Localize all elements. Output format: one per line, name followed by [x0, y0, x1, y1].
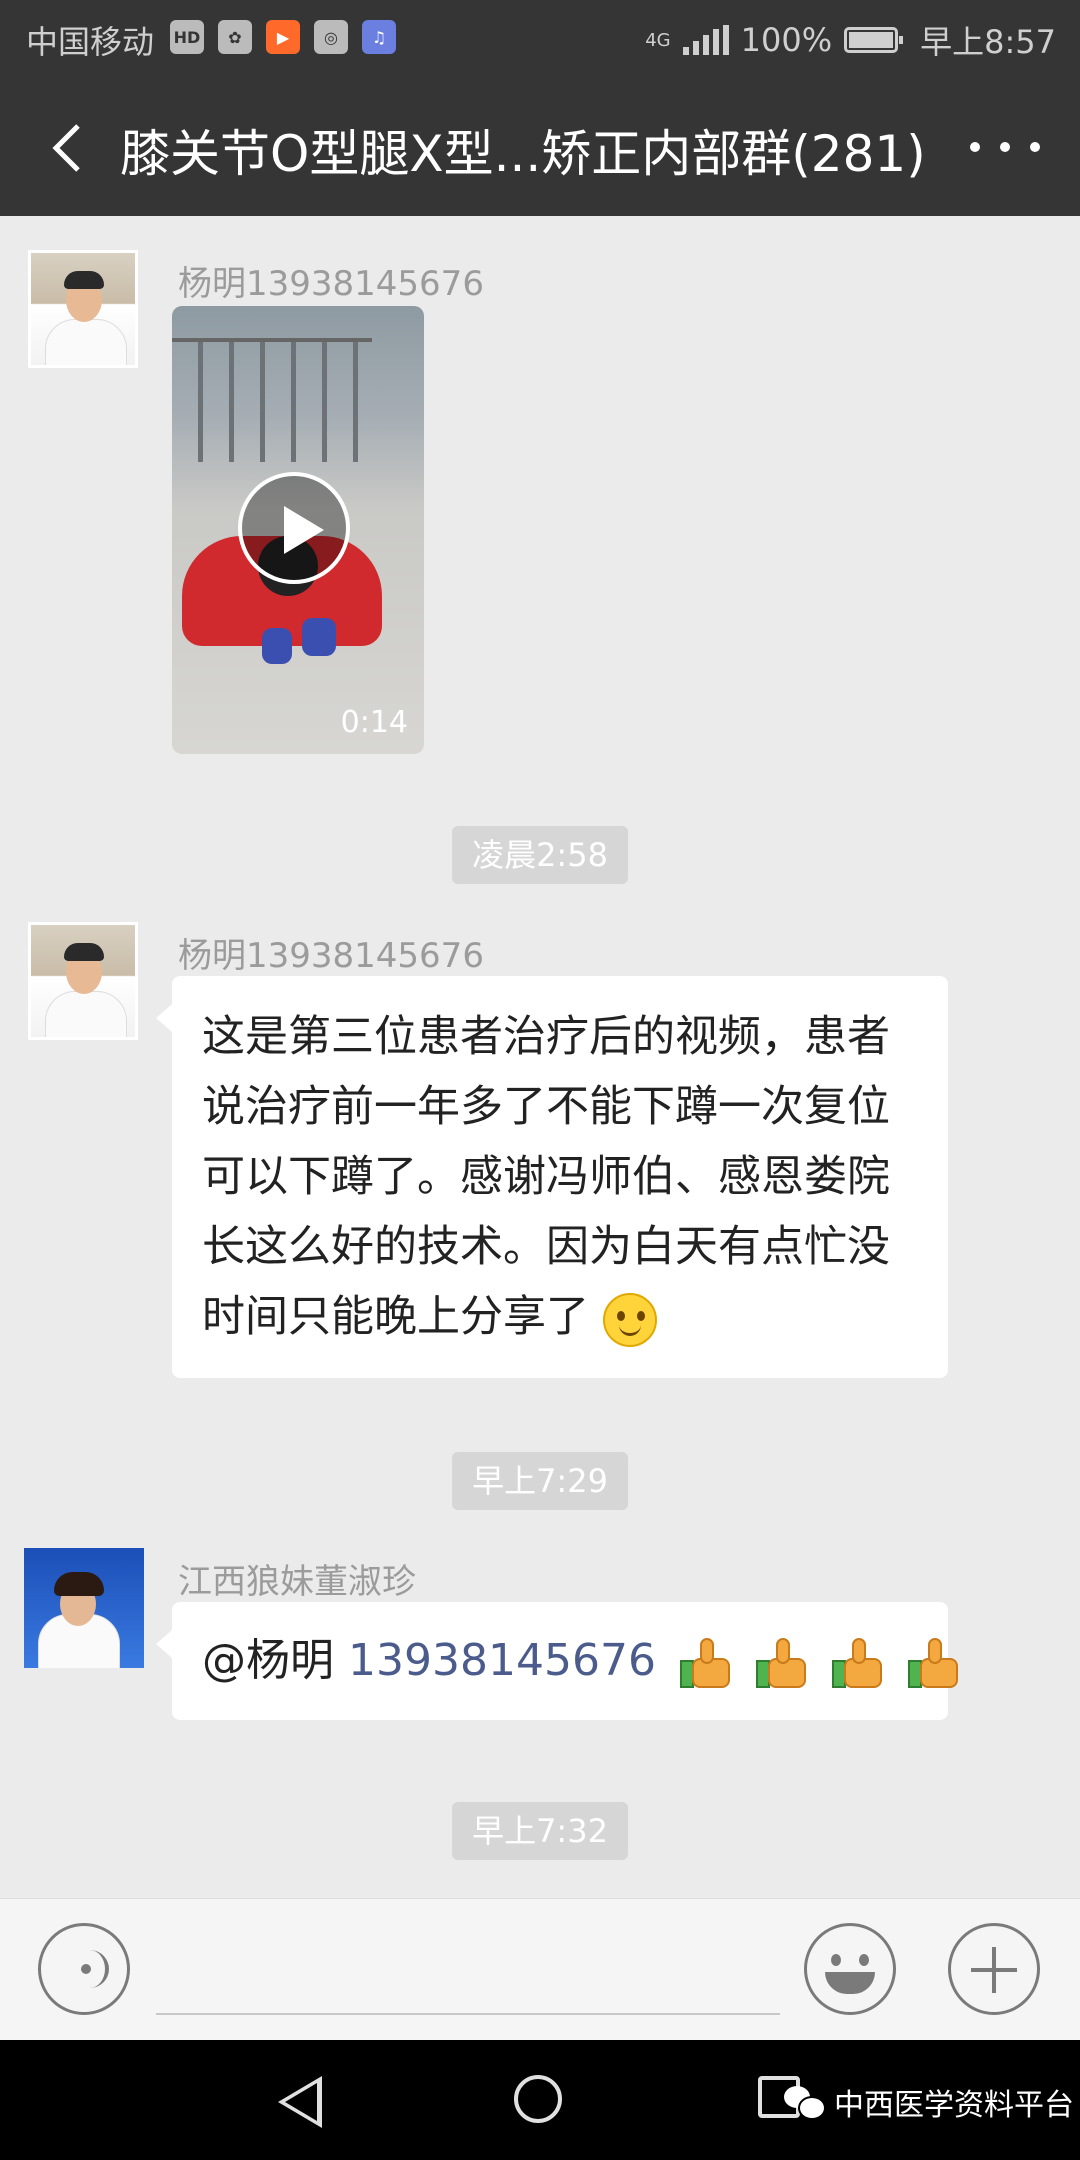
- time-label: 凌晨2:58: [452, 826, 628, 884]
- input-bar: [0, 1898, 1080, 2041]
- mention-text: @杨明: [202, 1635, 334, 1686]
- message-text: 这是第三位患者治疗后的视频，患者说治疗前一年多了不能下蹲一次复位可以下蹲了。感谢…: [202, 1012, 890, 1342]
- navigation-bar: 中西医学资料平台: [0, 2040, 1080, 2160]
- thumbs-up-icon: [830, 1636, 884, 1690]
- text-message[interactable]: @杨明 13938145676: [156, 1602, 958, 1720]
- status-bar: 中国移动 HD ✿ ▶ ◎ ♫ 4G 100% 早上8:57: [0, 0, 1080, 78]
- signal-icon: [682, 25, 729, 55]
- sender-name: 杨明13938145676: [178, 264, 484, 304]
- voice-input-icon[interactable]: [38, 1923, 130, 2015]
- time-label: 早上7:32: [452, 1802, 628, 1860]
- plus-icon[interactable]: [948, 1923, 1040, 2015]
- chat-title: 膝关节O型腿X型...矫正内部群(281): [120, 125, 926, 183]
- music-icon: ♫: [362, 20, 396, 54]
- video-app-icon: ▶: [266, 20, 300, 54]
- title-bar: 膝关节O型腿X型...矫正内部群(281): [0, 78, 1080, 216]
- watermark-text: 中西医学资料平台: [834, 2088, 1074, 2123]
- network-type: 4G: [645, 29, 671, 51]
- app-icon: ◎: [314, 20, 348, 54]
- wechat-logo-icon: [784, 2086, 826, 2120]
- message-input[interactable]: [156, 2013, 780, 2015]
- thumbs-up-icon: [754, 1636, 808, 1690]
- hd-icon: HD: [170, 20, 204, 54]
- sender-name: 江西狼妹董淑珍: [178, 1562, 416, 1602]
- battery-icon: [844, 27, 904, 53]
- chat-area[interactable]: 杨明13938145676 0:14 凌晨2:58 杨明13938145676 …: [0, 216, 1080, 1898]
- battery-percent: 100%: [740, 21, 833, 59]
- thumbs-up-icon: [906, 1636, 960, 1690]
- sender-name: 杨明13938145676: [178, 936, 484, 976]
- time-label: 早上7:29: [452, 1452, 628, 1510]
- avatar[interactable]: [28, 250, 138, 368]
- avatar[interactable]: [24, 1548, 144, 1668]
- avatar[interactable]: [28, 922, 138, 1040]
- carrier-name: 中国移动: [26, 23, 155, 61]
- status-time: 早上8:57: [920, 23, 1056, 61]
- text-message[interactable]: 这是第三位患者治疗后的视频，患者说治疗前一年多了不能下蹲一次复位可以下蹲了。感谢…: [156, 976, 948, 1378]
- watermark: 中西医学资料平台: [784, 2080, 1074, 2124]
- huawei-icon: ✿: [218, 20, 252, 54]
- more-options-icon[interactable]: [970, 122, 1040, 172]
- video-message[interactable]: 0:14: [172, 306, 424, 754]
- back-arrow-icon[interactable]: [40, 118, 100, 178]
- notification-icons: HD ✿ ▶ ◎ ♫: [170, 20, 396, 54]
- emoji-icon[interactable]: [804, 1923, 896, 2015]
- smile-emoji-icon: [602, 1292, 657, 1347]
- nav-home-icon[interactable]: [514, 2075, 562, 2123]
- phone-link[interactable]: 13938145676: [348, 1635, 656, 1686]
- status-right: 4G 100% 早上8:57: [645, 17, 1056, 63]
- thumbs-up-icon: [678, 1636, 732, 1690]
- play-icon[interactable]: [238, 472, 350, 584]
- video-duration: 0:14: [340, 705, 408, 740]
